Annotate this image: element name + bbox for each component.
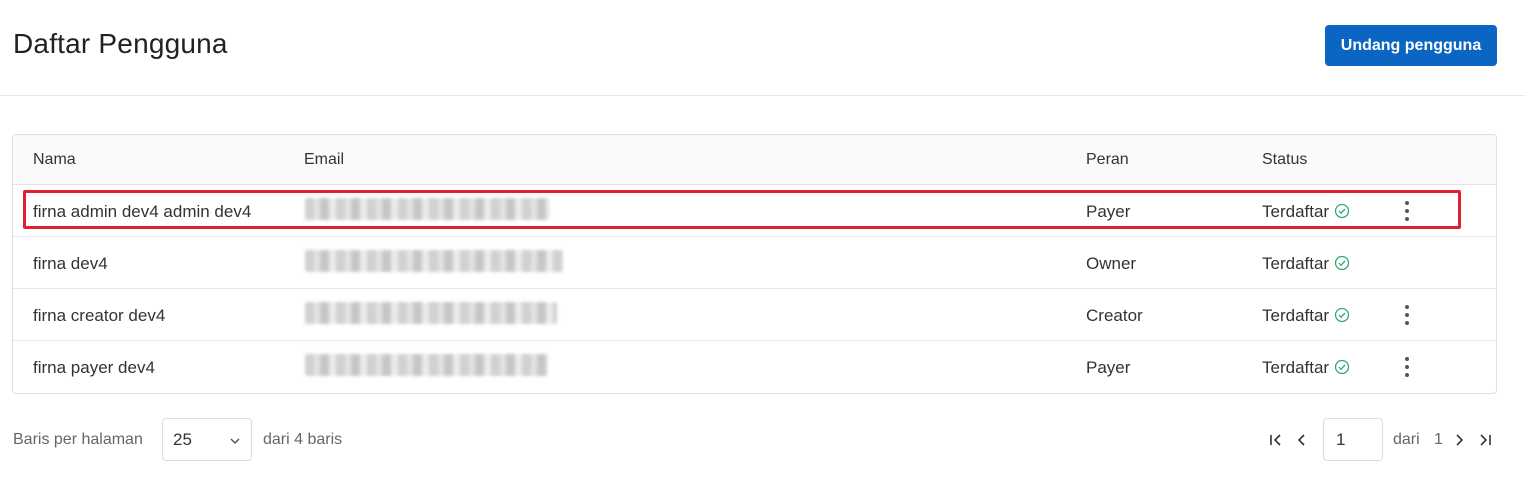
column-header-name[interactable]: Nama: [33, 151, 76, 169]
check-circle-icon: [1334, 255, 1350, 271]
column-header-email[interactable]: Email: [304, 151, 344, 169]
kebab-menu-icon[interactable]: [1397, 303, 1417, 327]
kebab-menu-icon[interactable]: [1397, 355, 1417, 379]
user-name: firna dev4: [33, 254, 108, 273]
table-row[interactable]: firna payer dev4 Payer Terdaftar: [13, 341, 1496, 393]
user-name: firna creator dev4: [33, 306, 166, 325]
table-header: Nama Email Peran Status: [13, 135, 1496, 185]
chevron-down-icon: [230, 438, 240, 445]
page-number-input[interactable]: [1323, 418, 1383, 461]
user-name: firna payer dev4: [33, 358, 155, 377]
table-row[interactable]: firna admin dev4 admin dev4 Payer Terdaf…: [13, 185, 1496, 237]
user-status: Terdaftar: [1262, 306, 1350, 326]
table-row[interactable]: firna creator dev4 Creator Terdaftar: [13, 289, 1496, 341]
first-page-icon[interactable]: [1267, 430, 1285, 450]
invite-user-button[interactable]: Undang pengguna: [1325, 25, 1497, 66]
table-pagination: Baris per halaman 25 dari 4 baris dari 1: [0, 418, 1525, 462]
user-status: Terdaftar: [1262, 202, 1350, 222]
check-circle-icon: [1334, 203, 1350, 219]
user-name: firna admin dev4 admin dev4: [33, 202, 252, 221]
user-status: Terdaftar: [1262, 358, 1350, 378]
user-status: Terdaftar: [1262, 254, 1350, 274]
total-pages: 1: [1434, 431, 1443, 448]
user-email-redacted: [305, 354, 548, 376]
users-table: Nama Email Peran Status firna admin dev4…: [12, 134, 1497, 394]
user-role: Creator: [1086, 306, 1143, 325]
status-text: Terdaftar: [1262, 202, 1330, 221]
column-header-role[interactable]: Peran: [1086, 151, 1129, 169]
page-header: Daftar Pengguna Undang pengguna: [0, 0, 1525, 96]
user-email-redacted: [305, 302, 557, 324]
rows-per-page-label: Baris per halaman: [13, 431, 143, 448]
check-circle-icon: [1334, 359, 1350, 375]
user-role: Payer: [1086, 202, 1131, 221]
user-email-redacted: [305, 250, 563, 272]
page-title: Daftar Pengguna: [13, 28, 228, 59]
previous-page-icon[interactable]: [1292, 430, 1310, 450]
total-rows-text: dari 4 baris: [263, 431, 343, 448]
column-header-status[interactable]: Status: [1262, 151, 1307, 169]
next-page-icon[interactable]: [1451, 430, 1469, 450]
table-row[interactable]: firna dev4 Owner Terdaftar: [13, 237, 1496, 289]
user-role: Owner: [1086, 254, 1137, 273]
rows-per-page-select[interactable]: 25: [162, 418, 252, 461]
status-text: Terdaftar: [1262, 358, 1330, 377]
status-text: Terdaftar: [1262, 306, 1330, 325]
kebab-menu-icon[interactable]: [1397, 199, 1417, 223]
status-text: Terdaftar: [1262, 254, 1330, 273]
check-circle-icon: [1334, 307, 1350, 323]
user-role: Payer: [1086, 358, 1131, 377]
of-pages-label: dari: [1393, 431, 1420, 448]
user-email-redacted: [305, 198, 550, 220]
rows-per-page-value: 25: [173, 430, 192, 449]
last-page-icon[interactable]: [1476, 430, 1494, 450]
